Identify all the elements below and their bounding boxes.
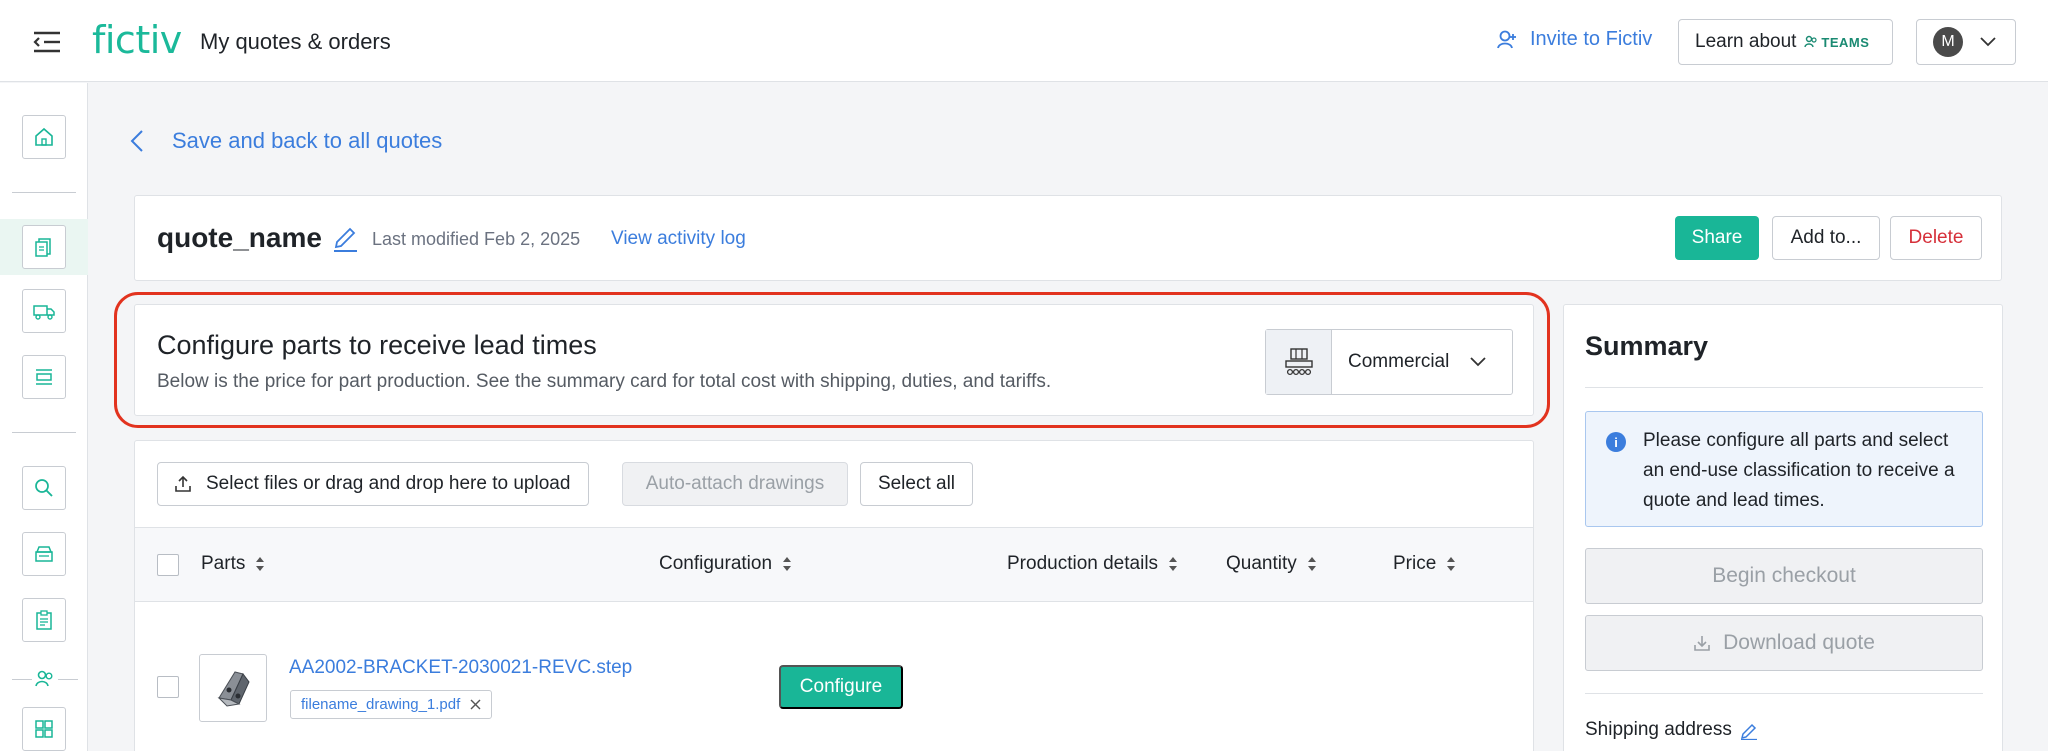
drawing-attachment-chip: filename_drawing_1.pdf <box>290 690 493 719</box>
page-title: My quotes & orders <box>200 29 391 54</box>
search-icon <box>35 479 53 497</box>
pencil-icon[interactable] <box>331 222 359 252</box>
sort-icon <box>783 557 792 571</box>
select-all-button[interactable]: Select all <box>860 462 973 506</box>
column-header-quantity[interactable]: Quantity <box>1226 553 1317 575</box>
shipping-address-row: Shipping address <box>1585 719 1758 741</box>
quote-header-card: quote_name Last modified Feb 2, 2025 Vie… <box>134 195 2002 281</box>
sidebar-inbox[interactable] <box>22 355 66 399</box>
sidebar-quotes[interactable] <box>22 225 66 269</box>
grid-icon <box>35 720 53 738</box>
quote-name: quote_name <box>157 222 322 253</box>
part-filename-link[interactable]: AA2002-BRACKET-2030021-REVC.step <box>289 657 632 679</box>
divider <box>1585 387 1983 388</box>
divider <box>1585 693 1983 694</box>
quotes-icon <box>35 238 51 257</box>
invite-label: Invite to Fictiv <box>1530 28 1653 50</box>
pencil-icon[interactable] <box>1740 720 1758 740</box>
sidebar-divider <box>12 432 76 433</box>
back-label: Save and back to all quotes <box>172 128 443 153</box>
select-all-checkbox[interactable] <box>157 554 179 576</box>
last-modified: Last modified Feb 2, 2025 <box>372 229 581 249</box>
account-menu-button[interactable]: M <box>1916 19 2016 65</box>
avatar: M <box>1933 27 1963 57</box>
drawing-filename[interactable]: filename_drawing_1.pdf <box>301 696 460 713</box>
home-icon <box>35 127 53 146</box>
column-label: Price <box>1393 553 1437 574</box>
upload-files-button[interactable]: Select files or drag and drop here to up… <box>157 462 589 506</box>
begin-checkout-button[interactable]: Begin checkout <box>1585 548 1983 604</box>
sort-icon <box>256 557 265 571</box>
column-header-configuration[interactable]: Configuration <box>659 553 792 575</box>
annotation-highlight-outline <box>114 292 1550 428</box>
sidebar <box>0 83 88 751</box>
parts-card: Select files or drag and drop here to up… <box>134 440 1534 751</box>
teams-badge: TEAMS <box>1804 35 1869 50</box>
download-quote-button[interactable]: Download quote <box>1585 615 1983 671</box>
chevron-down-icon <box>1980 37 1996 47</box>
teams-icon <box>1804 35 1818 48</box>
team-icon[interactable] <box>34 669 56 689</box>
column-label: Quantity <box>1226 553 1297 574</box>
column-label: Configuration <box>659 553 773 574</box>
sidebar-reports[interactable] <box>22 598 66 642</box>
sort-icon <box>1447 557 1456 571</box>
printer-icon <box>35 546 53 562</box>
learn-about-teams-button[interactable]: Learn about TEAMS <box>1678 19 1893 65</box>
upload-icon <box>175 475 191 492</box>
clipboard-icon <box>36 610 52 630</box>
column-header-parts[interactable]: Parts <box>201 553 265 575</box>
column-label: Parts <box>201 553 246 574</box>
sidebar-home[interactable] <box>22 115 66 159</box>
shipping-label: Shipping address <box>1585 719 1732 740</box>
column-header-price[interactable]: Price <box>1393 553 1456 575</box>
info-text: Please configure all parts and select an… <box>1643 430 1955 511</box>
fictiv-logo[interactable]: fictiv <box>92 18 182 62</box>
download-label: Download quote <box>1723 631 1875 654</box>
info-icon: i <box>1606 432 1626 452</box>
add-to-button[interactable]: Add to... <box>1772 216 1880 260</box>
auto-attach-drawings-button[interactable]: Auto-attach drawings <box>622 462 848 506</box>
chevron-left-icon <box>130 130 143 152</box>
summary-title: Summary <box>1585 331 1709 361</box>
sidebar-orders[interactable] <box>22 289 66 333</box>
activity-log-link[interactable]: View activity log <box>611 228 746 250</box>
sort-icon <box>1307 557 1316 571</box>
back-to-quotes-link[interactable]: Save and back to all quotes <box>130 128 442 154</box>
top-bar: fictiv My quotes & orders Invite to Fict… <box>0 0 2048 82</box>
column-header-production-details[interactable]: Production details <box>1007 553 1178 575</box>
sidebar-printer[interactable] <box>22 532 66 576</box>
collapse-menu-icon[interactable] <box>32 30 62 54</box>
sidebar-divider <box>58 679 78 680</box>
teams-label: TEAMS <box>1821 34 1870 50</box>
configure-button[interactable]: Configure <box>779 665 903 709</box>
truck-icon <box>33 305 55 320</box>
invite-link[interactable]: Invite to Fictiv <box>1496 28 1652 51</box>
inbox-icon <box>36 369 52 385</box>
sidebar-search[interactable] <box>22 466 66 510</box>
learn-label: Learn about <box>1695 31 1797 52</box>
sort-icon <box>1169 557 1178 571</box>
close-icon[interactable] <box>470 699 481 710</box>
summary-card: Summary i Please configure all parts and… <box>1563 304 2003 751</box>
row-checkbox[interactable] <box>157 676 179 698</box>
info-banner: i Please configure all parts and select … <box>1585 411 1983 527</box>
delete-button[interactable]: Delete <box>1890 216 1982 260</box>
sidebar-divider <box>12 192 76 193</box>
sidebar-apps[interactable] <box>22 707 66 751</box>
part-thumbnail[interactable] <box>199 654 267 722</box>
upload-label: Select files or drag and drop here to up… <box>206 473 571 494</box>
bracket-part-image <box>217 671 250 707</box>
parts-table-header: Parts Configuration Production details Q… <box>135 527 1533 602</box>
column-label: Production details <box>1007 553 1159 574</box>
add-user-icon <box>1497 30 1516 48</box>
sidebar-divider <box>12 679 32 680</box>
share-button[interactable]: Share <box>1675 216 1759 260</box>
download-icon <box>1694 636 1710 651</box>
